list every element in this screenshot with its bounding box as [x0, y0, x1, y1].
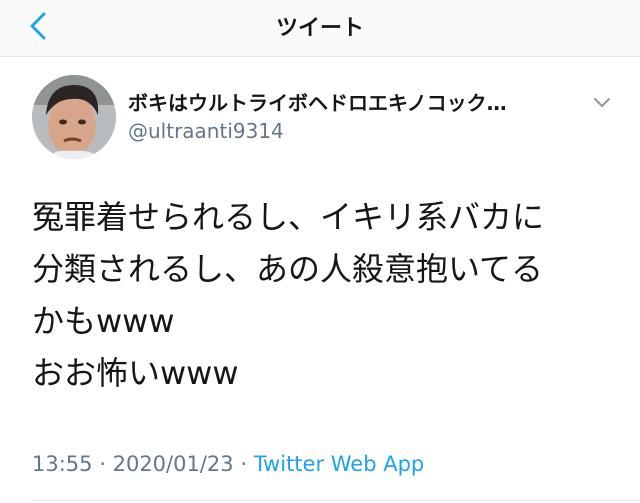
divider	[32, 500, 640, 501]
page-title: ツイート	[275, 16, 364, 41]
tweet-detail: ボキはウルトライボヘドロエキノコック… @ultraanti9314 冤罪着せら…	[0, 57, 640, 503]
tweet-meta: 13:55 · 2020/01/23 · Twitter Web App	[32, 452, 424, 476]
tweet-source-link[interactable]: Twitter Web App	[254, 452, 425, 476]
avatar[interactable]	[32, 75, 116, 159]
avatar-image	[32, 75, 116, 159]
tweet-time: 13:55	[32, 452, 93, 476]
meta-separator: ·	[240, 452, 248, 476]
tweet-text-line: 冤罪着せられるし、イキリ系バカに	[32, 198, 545, 236]
tweet-text-line: かもwww	[32, 302, 175, 340]
display-name[interactable]: ボキはウルトライボヘドロエキノコック…	[128, 87, 568, 116]
tweet-menu-button[interactable]	[588, 91, 616, 115]
tweet-text-line: おお怖いwww	[32, 354, 239, 392]
tweet-text: 冤罪着せられるし、イキリ系バカに 分類されるし、あの人殺意抱いてる かもwww …	[32, 191, 622, 399]
chevron-down-icon	[594, 98, 610, 107]
tweet-text-line: 分類されるし、あの人殺意抱いてる	[32, 250, 544, 288]
user-handle[interactable]: @ultraanti9314	[128, 119, 284, 143]
meta-separator: ·	[99, 452, 106, 476]
navigation-bar: ツイート	[0, 0, 640, 57]
tweet-date: 2020/01/23	[112, 452, 234, 476]
